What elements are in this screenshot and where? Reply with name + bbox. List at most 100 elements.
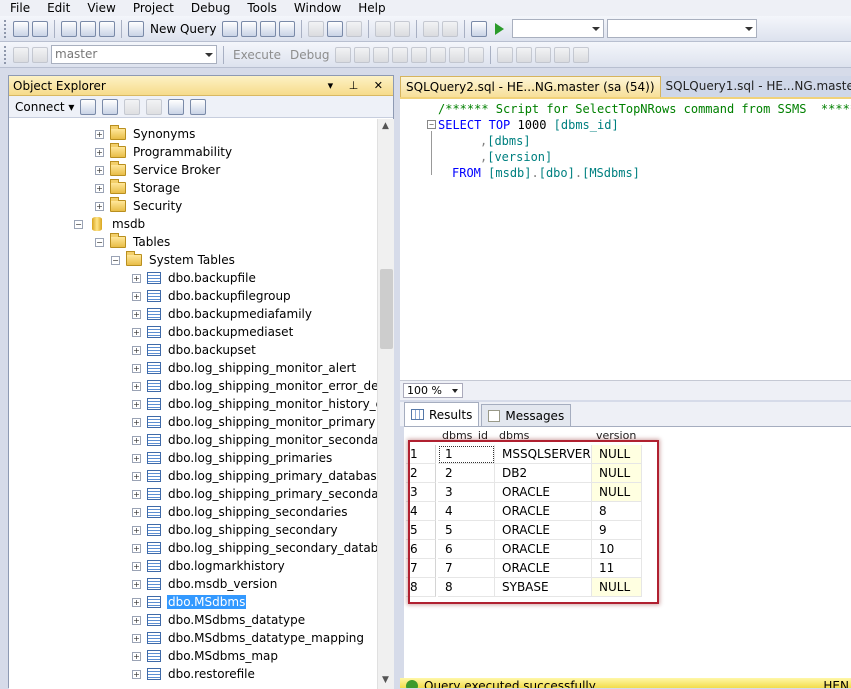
- uncomment-icon[interactable]: [516, 46, 533, 63]
- tab-sqlquery2[interactable]: SQLQuery2.sql - HE...NG.master (sa (54)): [400, 76, 661, 97]
- menu-project[interactable]: Project: [123, 1, 181, 15]
- tree-node[interactable]: + Synonyms: [95, 125, 196, 143]
- tree-node[interactable]: + dbo.log_shipping_monitor_secondary: [132, 431, 377, 449]
- expand-icon[interactable]: +: [132, 381, 141, 391]
- expand-icon[interactable]: +: [132, 327, 141, 337]
- tree-node[interactable]: + dbo.backupmediaset: [132, 323, 294, 341]
- tree-node[interactable]: + dbo.MSdbms: [132, 593, 247, 611]
- expand-icon[interactable]: +: [132, 615, 141, 625]
- collapse-region-icon[interactable]: −: [427, 120, 436, 129]
- tree-node[interactable]: + dbo.backupfile: [132, 269, 257, 287]
- debug-button[interactable]: Debug: [290, 48, 329, 62]
- filter-icon[interactable]: [146, 98, 163, 115]
- expand-icon[interactable]: +: [132, 651, 141, 661]
- expand-icon[interactable]: +: [132, 363, 141, 373]
- refresh-icon[interactable]: [168, 98, 185, 115]
- navigate-backward-icon[interactable]: [423, 20, 440, 37]
- tree-node[interactable]: + dbo.msdb_version: [132, 575, 278, 593]
- expand-icon[interactable]: +: [132, 345, 141, 355]
- tree-node[interactable]: + dbo.log_shipping_primaries: [132, 449, 333, 467]
- decrease-indent-icon[interactable]: [535, 46, 552, 63]
- tree-node[interactable]: + Programmability: [95, 143, 233, 161]
- tree-node[interactable]: + dbo.log_shipping_primary_secondaries: [132, 485, 377, 503]
- redo-icon[interactable]: [394, 20, 411, 37]
- window-controls-icon[interactable]: ▾ ⊥ ✕: [328, 79, 389, 92]
- tree-node[interactable]: + Service Broker: [95, 161, 221, 179]
- new-query-icon[interactable]: [128, 20, 144, 37]
- disconnect-icon[interactable]: [102, 98, 119, 115]
- tree-node[interactable]: + dbo.log_shipping_monitor_history_deta: [132, 395, 377, 413]
- start-debugging-icon[interactable]: [495, 22, 505, 35]
- paste-icon[interactable]: [346, 20, 363, 37]
- object-explorer-scrollbar[interactable]: ▲ ▼: [377, 119, 394, 689]
- undo-icon[interactable]: [375, 20, 392, 37]
- tree-node[interactable]: + dbo.log_shipping_secondary: [132, 521, 339, 539]
- menu-help[interactable]: Help: [348, 1, 392, 15]
- analysis-mdx-query-icon[interactable]: [241, 20, 258, 37]
- toolbar-grip[interactable]: [4, 19, 7, 38]
- new-project-icon[interactable]: [13, 20, 29, 37]
- expand-icon[interactable]: +: [132, 417, 141, 427]
- new-query-button[interactable]: New Query: [150, 22, 216, 36]
- solution-configuration-dropdown[interactable]: [512, 19, 605, 38]
- toolbar-grip[interactable]: [4, 45, 7, 64]
- tree-node[interactable]: + Storage: [95, 179, 181, 197]
- tree-node[interactable]: + Security: [95, 197, 183, 215]
- collapse-icon[interactable]: −: [95, 237, 104, 247]
- save-icon[interactable]: [80, 20, 96, 37]
- tree-node[interactable]: + dbo.log_shipping_monitor_alert: [132, 359, 357, 377]
- tree-node[interactable]: + dbo.log_shipping_monitor_primary: [132, 413, 376, 431]
- available-databases-dropdown[interactable]: master: [51, 45, 217, 64]
- stop-icon[interactable]: [124, 98, 141, 115]
- query-editor[interactable]: /****** Script for SelectTopNRows comman…: [400, 97, 851, 380]
- cancel-query-icon[interactable]: [335, 46, 352, 63]
- connect-icon[interactable]: [13, 46, 29, 63]
- display-estimated-plan-icon[interactable]: [373, 46, 390, 63]
- expand-icon[interactable]: +: [132, 273, 141, 283]
- summary-icon[interactable]: [190, 98, 207, 115]
- cut-icon[interactable]: [308, 20, 325, 37]
- tree-node[interactable]: + dbo.log_shipping_primary_databases: [132, 467, 377, 485]
- tree-node[interactable]: + dbo.backupmediafamily: [132, 305, 313, 323]
- menu-window[interactable]: Window: [284, 1, 348, 15]
- open-file-icon[interactable]: [61, 20, 77, 37]
- menu-view[interactable]: View: [77, 1, 122, 15]
- expand-icon[interactable]: +: [132, 633, 141, 643]
- tree-node[interactable]: + dbo.MSdbms_map: [132, 647, 279, 665]
- execute-button[interactable]: Execute: [233, 48, 281, 62]
- navigate-forward-icon[interactable]: [442, 20, 459, 37]
- menu-file[interactable]: File: [0, 1, 37, 15]
- comment-out-icon[interactable]: [497, 46, 514, 63]
- expand-icon[interactable]: +: [132, 507, 141, 517]
- parse-icon[interactable]: [354, 46, 371, 63]
- expand-icon[interactable]: +: [132, 561, 141, 571]
- collapse-icon[interactable]: −: [74, 219, 83, 229]
- expand-icon[interactable]: +: [132, 525, 141, 535]
- tab-results[interactable]: Results: [404, 402, 480, 426]
- tree-node[interactable]: + dbo.MSdbms_datatype_mapping: [132, 629, 365, 647]
- copy-icon[interactable]: [327, 20, 344, 37]
- expand-icon[interactable]: +: [95, 147, 104, 157]
- results-to-file-icon[interactable]: [468, 46, 485, 63]
- tree-node[interactable]: + dbo.logmarkhistory: [132, 557, 286, 575]
- tree-node[interactable]: − msdb: [74, 215, 146, 233]
- find-dropdown[interactable]: [607, 19, 758, 38]
- tab-sqlquery1[interactable]: SQLQuery1.sql - HE...NG.master (sa (53: [660, 76, 851, 97]
- expand-icon[interactable]: +: [132, 543, 141, 553]
- menu-tools[interactable]: Tools: [237, 1, 284, 15]
- expand-icon[interactable]: +: [132, 597, 141, 607]
- collapse-icon[interactable]: −: [111, 255, 120, 265]
- expand-icon[interactable]: +: [132, 669, 141, 679]
- tree-node[interactable]: + dbo.log_shipping_secondary_databases: [132, 539, 377, 557]
- expand-icon[interactable]: +: [132, 309, 141, 319]
- add-item-icon[interactable]: [32, 20, 48, 37]
- expand-icon[interactable]: +: [95, 201, 104, 211]
- tab-messages[interactable]: Messages: [481, 404, 572, 426]
- analysis-dmx-query-icon[interactable]: [260, 20, 277, 37]
- specify-template-values-icon[interactable]: [573, 46, 590, 63]
- expand-icon[interactable]: +: [132, 489, 141, 499]
- results-to-text-icon[interactable]: [430, 46, 447, 63]
- tree-node[interactable]: + dbo.backupset: [132, 341, 257, 359]
- expand-icon[interactable]: +: [132, 399, 141, 409]
- analysis-xmla-query-icon[interactable]: [279, 20, 296, 37]
